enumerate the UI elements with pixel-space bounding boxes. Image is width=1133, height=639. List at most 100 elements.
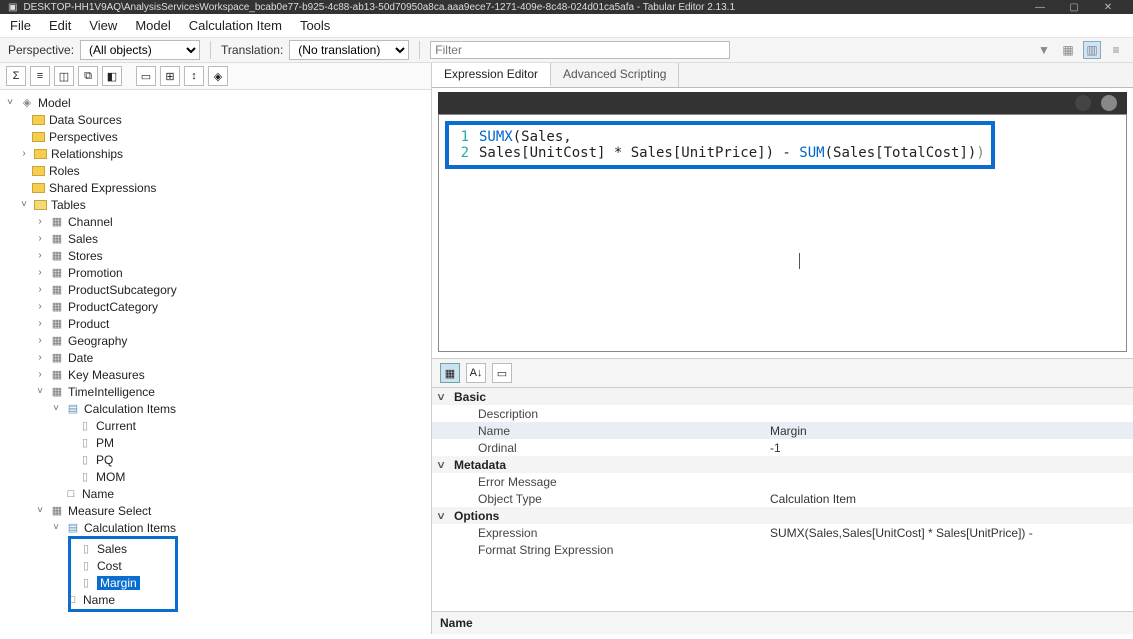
node-table-channel[interactable]: Channel — [68, 215, 113, 229]
model-tree[interactable]: ˅Model Data Sources Perspectives ›Relati… — [0, 90, 431, 634]
node-ms-margin[interactable]: Margin — [97, 576, 140, 590]
table-icon — [50, 283, 64, 297]
menu-model[interactable]: Model — [135, 18, 170, 33]
node-ti-mom[interactable]: MOM — [96, 470, 125, 484]
node-table-productcategory[interactable]: ProductCategory — [68, 300, 158, 314]
minimize-button[interactable]: — — [1023, 2, 1057, 13]
tab-expression-editor[interactable]: Expression Editor — [432, 63, 551, 87]
prop-name[interactable]: Name — [450, 424, 770, 438]
close-button[interactable]: ✕ — [1091, 2, 1125, 13]
node-model[interactable]: Model — [38, 96, 71, 110]
title-bar: ▣ DESKTOP-HH1V9AQ\AnalysisServicesWorksp… — [0, 0, 1133, 14]
node-data-sources[interactable]: Data Sources — [49, 113, 122, 127]
prop-expression[interactable]: Expression — [450, 526, 770, 540]
property-toolbar: ▦ A↓ ▭ — [432, 358, 1133, 387]
table-icon — [50, 300, 64, 314]
node-table-keymeasures[interactable]: Key Measures — [68, 368, 145, 382]
item-icon — [79, 542, 93, 556]
node-table-product[interactable]: Product — [68, 317, 109, 331]
node-tables[interactable]: Tables — [51, 198, 86, 212]
node-shared-expressions[interactable]: Shared Expressions — [49, 181, 156, 195]
item-icon — [79, 559, 93, 573]
perspective-label: Perspective: — [8, 43, 74, 57]
table-icon — [50, 334, 64, 348]
node-roles[interactable]: Roles — [49, 164, 80, 178]
view-icon-1[interactable]: ▦ — [1059, 41, 1077, 59]
tab-advanced-scripting[interactable]: Advanced Scripting — [551, 63, 679, 87]
prop-error-message[interactable]: Error Message — [450, 475, 770, 489]
perspective-dropdown[interactable]: (All objects) — [80, 40, 200, 60]
code-editor[interactable]: 1SUMX(Sales, 2Sales[UnitCost] * Sales[Un… — [438, 114, 1127, 352]
editor-tabs: Expression Editor Advanced Scripting — [432, 63, 1133, 88]
view-icon-2[interactable]: ▥ — [1083, 41, 1101, 59]
prop-ordinal[interactable]: Ordinal — [450, 441, 770, 455]
tool-list[interactable]: ≡ — [30, 66, 50, 86]
code-highlight-box: 1SUMX(Sales, 2Sales[UnitCost] * Sales[Un… — [445, 121, 995, 169]
node-ms-sales[interactable]: Sales — [97, 542, 127, 556]
menu-edit[interactable]: Edit — [49, 18, 71, 33]
tool-grid[interactable]: ⊞ — [160, 66, 180, 86]
prop-expression-value[interactable]: SUMX(Sales,Sales[UnitCost] * Sales[UnitP… — [770, 526, 1133, 540]
desc-title: Name — [440, 616, 1125, 630]
node-ti-pm[interactable]: PM — [96, 436, 114, 450]
group-options[interactable]: Options — [450, 509, 770, 523]
folder-icon — [34, 149, 47, 159]
tool-hierarchy[interactable]: ◫ — [54, 66, 74, 86]
tool-sigma[interactable]: Σ — [6, 66, 26, 86]
menu-tools[interactable]: Tools — [300, 18, 330, 33]
group-basic[interactable]: Basic — [450, 390, 770, 404]
property-grid[interactable]: ˅Basic Description NameMargin Ordinal-1 … — [432, 387, 1133, 611]
nav-back-icon[interactable] — [1075, 95, 1091, 111]
item-icon — [78, 453, 92, 467]
node-measure-select[interactable]: Measure Select — [68, 504, 151, 518]
menu-view[interactable]: View — [89, 18, 117, 33]
node-timeintelligence[interactable]: TimeIntelligence — [68, 385, 155, 399]
app-icon: ▣ — [8, 2, 17, 13]
node-table-stores[interactable]: Stores — [68, 249, 103, 263]
node-calcitems-b[interactable]: Calculation Items — [84, 521, 176, 535]
group-metadata[interactable]: Metadata — [450, 458, 770, 472]
node-calcitems-a[interactable]: Calculation Items — [84, 402, 176, 416]
node-name-b[interactable]: Name — [83, 593, 115, 607]
tree-toolbar: Σ ≡ ◫ ⧉ ◧ ▭ ⊞ ↕ ◈ — [0, 63, 431, 90]
menu-file[interactable]: File — [10, 18, 31, 33]
prop-ordinal-value[interactable]: -1 — [770, 441, 1133, 455]
table-icon — [50, 317, 64, 331]
node-ti-current[interactable]: Current — [96, 419, 136, 433]
node-name-a[interactable]: Name — [82, 487, 114, 501]
tool-rect[interactable]: ▭ — [136, 66, 156, 86]
node-table-promotion[interactable]: Promotion — [68, 266, 123, 280]
tool-cube[interactable]: ◈ — [208, 66, 228, 86]
node-table-sales[interactable]: Sales — [68, 232, 98, 246]
node-ti-pq[interactable]: PQ — [96, 453, 113, 467]
node-perspectives[interactable]: Perspectives — [49, 130, 118, 144]
prop-object-type[interactable]: Object Type — [450, 492, 770, 506]
prop-name-value[interactable]: Margin — [770, 424, 1133, 438]
node-relationships[interactable]: Relationships — [51, 147, 123, 161]
node-table-productsubcategory[interactable]: ProductSubcategory — [68, 283, 177, 297]
calc-icon — [66, 521, 80, 535]
folder-icon — [32, 115, 45, 125]
prop-page-icon[interactable]: ▭ — [492, 363, 512, 383]
tool-sort[interactable]: ↕ — [184, 66, 204, 86]
filter-input[interactable] — [430, 41, 730, 59]
right-panel: Expression Editor Advanced Scripting 1SU… — [432, 63, 1133, 634]
tool-clone[interactable]: ⧉ — [78, 66, 98, 86]
menu-calculation-item[interactable]: Calculation Item — [189, 18, 282, 33]
node-table-geography[interactable]: Geography — [68, 334, 127, 348]
table-icon — [50, 351, 64, 365]
translation-dropdown[interactable]: (No translation) — [289, 40, 409, 60]
prop-alphabetical-icon[interactable]: A↓ — [466, 363, 486, 383]
item-icon — [79, 576, 93, 590]
prop-categorized-icon[interactable]: ▦ — [440, 363, 460, 383]
table-icon — [50, 385, 64, 399]
node-ms-cost[interactable]: Cost — [97, 559, 122, 573]
view-icon-3[interactable]: ≡ — [1107, 41, 1125, 59]
tool-half[interactable]: ◧ — [102, 66, 122, 86]
filter-icon[interactable]: ▼ — [1035, 41, 1053, 59]
node-table-date[interactable]: Date — [68, 351, 93, 365]
prop-format-string-expression[interactable]: Format String Expression — [450, 543, 770, 557]
nav-forward-icon[interactable] — [1101, 95, 1117, 111]
maximize-button[interactable]: ▢ — [1057, 2, 1091, 13]
prop-description[interactable]: Description — [450, 407, 770, 421]
